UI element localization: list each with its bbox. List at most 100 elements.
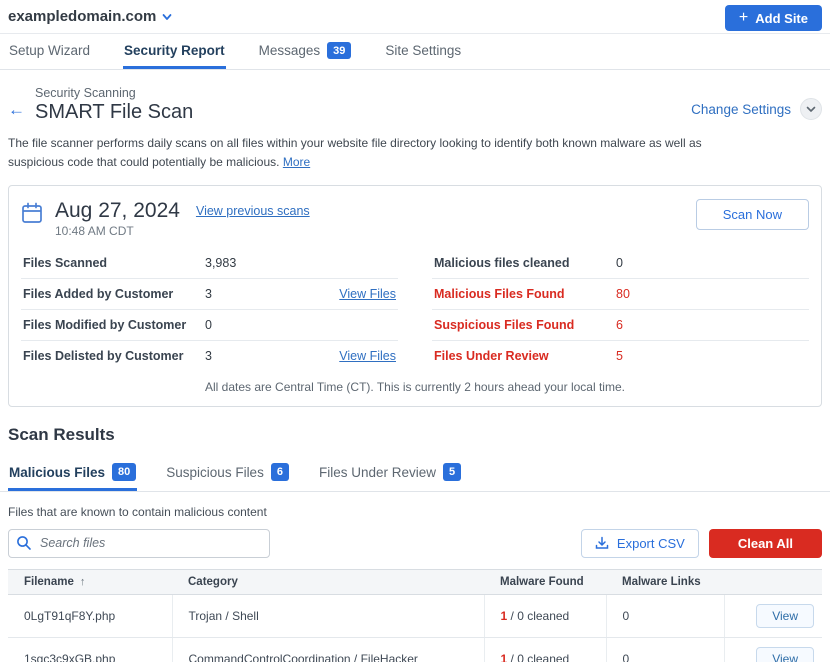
chevron-down-icon xyxy=(162,12,172,22)
stat-value: 0 xyxy=(616,256,623,270)
change-settings-link[interactable]: Change Settings xyxy=(691,102,791,117)
more-link[interactable]: More xyxy=(283,155,310,169)
stat-value: 80 xyxy=(616,287,630,301)
cleaned-count: / 0 cleaned xyxy=(507,652,569,662)
cell-category: CommandControlCoordination / FileHacker xyxy=(172,637,484,662)
messages-count-badge: 39 xyxy=(327,42,351,59)
scan-summary-card: Aug 27, 2024 10:48 AM CDT View previous … xyxy=(8,185,822,407)
table-row: 1sgc3c9xGB.php CommandControlCoordinatio… xyxy=(8,637,822,662)
cell-filename: 0LgT91qF8Y.php xyxy=(8,594,172,637)
stat-label: Malicious files cleaned xyxy=(434,256,616,270)
stat-row-alert: Suspicious Files Found 6 xyxy=(432,310,809,341)
malicious-count-badge: 80 xyxy=(112,463,136,480)
table-header-row: Filename↑ Category Malware Found Malware… xyxy=(8,569,822,594)
stat-value: 5 xyxy=(616,349,623,363)
stat-label: Files Under Review xyxy=(434,349,616,363)
stat-row: Files Scanned 3,983 xyxy=(21,248,398,279)
search-icon xyxy=(16,535,32,551)
tab-suspicious-files[interactable]: Suspicious Files 6 xyxy=(165,455,290,490)
stat-row: Files Delisted by Customer 3 View Files xyxy=(21,341,398,371)
stat-value: 6 xyxy=(616,318,623,332)
scan-stats-right: Malicious files cleaned 0 Malicious File… xyxy=(432,248,809,371)
column-label: Filename xyxy=(24,576,74,588)
column-label: Malware Found xyxy=(500,576,584,588)
cell-malware-links: 0 xyxy=(606,637,724,662)
tab-label: Files Under Review xyxy=(319,465,436,480)
results-subtitle: Files that are known to contain maliciou… xyxy=(8,505,822,519)
tab-label: Setup Wizard xyxy=(9,43,90,58)
stat-row: Files Added by Customer 3 View Files xyxy=(21,279,398,310)
tab-label: Malicious Files xyxy=(9,465,105,480)
scan-stats-left: Files Scanned 3,983 Files Added by Custo… xyxy=(21,248,398,371)
results-tabs: Malicious Files 80 Suspicious Files 6 Fi… xyxy=(0,455,830,491)
main-nav-tabs: Setup Wizard Security Report Messages 39… xyxy=(0,34,830,70)
tab-files-under-review[interactable]: Files Under Review 5 xyxy=(318,455,462,490)
tab-security-report[interactable]: Security Report xyxy=(123,34,226,69)
stat-row: Malicious files cleaned 0 xyxy=(432,248,809,279)
add-site-button[interactable]: + Add Site xyxy=(725,5,822,31)
review-count-badge: 5 xyxy=(443,463,461,480)
timezone-note: All dates are Central Time (CT). This is… xyxy=(9,371,821,406)
tab-label: Site Settings xyxy=(385,43,461,58)
stat-value: 0 xyxy=(205,318,212,332)
page-header: ← Security Scanning SMART File Scan Chan… xyxy=(0,70,830,124)
clean-all-button[interactable]: Clean All xyxy=(709,529,822,558)
column-filename[interactable]: Filename↑ xyxy=(8,569,172,594)
chevron-down-icon xyxy=(806,104,816,114)
add-site-label: Add Site xyxy=(755,11,808,26)
view-button[interactable]: View xyxy=(756,604,814,628)
scan-time: 10:48 AM CDT xyxy=(55,224,180,238)
stat-label: Malicious Files Found xyxy=(434,287,616,301)
description-text: The file scanner performs daily scans on… xyxy=(8,136,702,169)
column-label: Malware Links xyxy=(622,576,701,588)
tab-label: Messages xyxy=(259,43,321,58)
cell-category: Trojan / Shell xyxy=(172,594,484,637)
scan-date: Aug 27, 2024 xyxy=(55,199,180,223)
cell-actions: View xyxy=(724,637,822,662)
stat-row-alert: Malicious Files Found 80 xyxy=(432,279,809,310)
back-arrow-icon[interactable]: ← xyxy=(8,100,25,120)
scan-now-button[interactable]: Scan Now xyxy=(696,199,809,230)
stat-label: Files Delisted by Customer xyxy=(23,349,205,363)
settings-expand-button[interactable] xyxy=(800,98,822,120)
tab-messages[interactable]: Messages 39 xyxy=(258,34,353,69)
stat-value: 3 xyxy=(205,349,212,363)
domain-name: exampledomain.com xyxy=(8,8,156,25)
tab-site-settings[interactable]: Site Settings xyxy=(384,34,462,69)
view-files-link[interactable]: View Files xyxy=(339,287,396,301)
download-icon xyxy=(595,536,609,550)
malicious-files-table: Filename↑ Category Malware Found Malware… xyxy=(8,569,822,662)
feature-description: The file scanner performs daily scans on… xyxy=(0,124,745,171)
cell-malware-links: 0 xyxy=(606,594,724,637)
cell-malware-found: 1 / 0 cleaned xyxy=(484,637,606,662)
column-malware-found: Malware Found xyxy=(484,569,606,594)
stat-label: Files Modified by Customer xyxy=(23,318,205,332)
export-csv-button[interactable]: Export CSV xyxy=(581,529,699,558)
suspicious-count-badge: 6 xyxy=(271,463,289,480)
site-selector[interactable]: exampledomain.com xyxy=(8,8,172,25)
tab-malicious-files[interactable]: Malicious Files 80 xyxy=(8,455,137,490)
page-title: SMART File Scan xyxy=(35,101,193,124)
stat-row-alert: Files Under Review 5 xyxy=(432,341,809,371)
column-malware-links: Malware Links xyxy=(606,569,724,594)
cell-malware-found: 1 / 0 cleaned xyxy=(484,594,606,637)
tab-label: Suspicious Files xyxy=(166,465,264,480)
plus-icon: + xyxy=(739,10,748,26)
cleaned-count: / 0 cleaned xyxy=(507,609,569,623)
stat-value: 3,983 xyxy=(205,256,236,270)
calendar-icon xyxy=(21,202,43,224)
tab-setup-wizard[interactable]: Setup Wizard xyxy=(8,34,91,69)
view-previous-scans-link[interactable]: View previous scans xyxy=(196,204,310,218)
view-files-link[interactable]: View Files xyxy=(339,349,396,363)
table-row: 0LgT91qF8Y.php Trojan / Shell 1 / 0 clea… xyxy=(8,594,822,637)
view-button[interactable]: View xyxy=(756,647,814,662)
column-actions xyxy=(724,569,822,594)
column-label: Category xyxy=(188,576,238,588)
stat-label: Suspicious Files Found xyxy=(434,318,616,332)
export-csv-label: Export CSV xyxy=(617,536,685,551)
search-input[interactable] xyxy=(8,529,270,558)
stat-value: 3 xyxy=(205,287,212,301)
results-toolbar: Export CSV Clean All xyxy=(8,529,822,558)
cell-filename: 1sgc3c9xGB.php xyxy=(8,637,172,662)
scan-results-title: Scan Results xyxy=(8,425,822,445)
